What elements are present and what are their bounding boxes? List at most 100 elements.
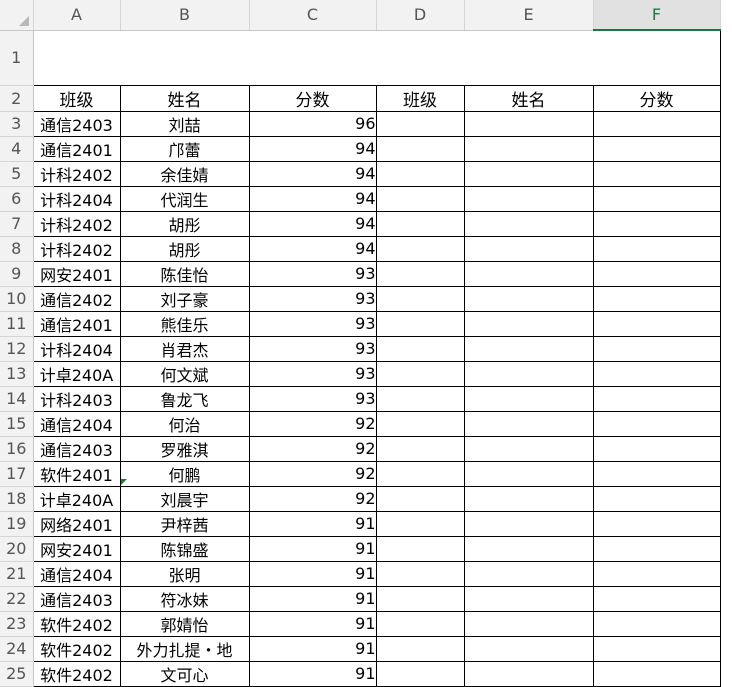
name-cell[interactable]: 何文斌 [120,361,250,387]
class-cell[interactable]: 软件2402 [32,661,121,687]
empty-cell-e[interactable] [464,511,594,537]
name-cell[interactable]: 张明 [120,561,250,587]
empty-cell-e[interactable] [464,486,594,512]
row-header[interactable]: 25 [0,661,34,687]
empty-cell-f[interactable] [593,511,721,537]
empty-cell-e[interactable] [464,186,594,212]
empty-cell-f[interactable] [593,486,721,512]
score-cell[interactable]: 94 [249,236,377,262]
score-cell[interactable]: 91 [249,536,377,562]
empty-cell-d[interactable] [376,486,465,512]
empty-cell-e[interactable] [464,436,594,462]
empty-cell-d[interactable] [376,536,465,562]
row-header[interactable]: 13 [0,361,34,387]
empty-cell-f[interactable] [593,611,721,637]
row-header[interactable]: 22 [0,586,34,612]
name-cell[interactable]: 胡彤 [120,211,250,237]
empty-cell-d[interactable] [376,461,465,487]
score-cell[interactable]: 93 [249,361,377,387]
column-header-b[interactable]: B [120,0,250,31]
name-cell[interactable]: 代润生 [120,186,250,212]
empty-cell-f[interactable] [593,161,721,187]
empty-cell-e[interactable] [464,361,594,387]
name-cell[interactable]: 罗雅淇 [120,436,250,462]
class-cell[interactable]: 软件2401 [32,461,121,487]
name-cell[interactable]: 郭婧怡 [120,611,250,637]
score-cell[interactable]: 91 [249,661,377,687]
name-cell[interactable]: 符冰妹 [120,586,250,612]
header-class-cell[interactable]: 班级 [32,85,121,112]
empty-cell-d[interactable] [376,561,465,587]
class-cell[interactable]: 软件2402 [32,636,121,662]
empty-cell-f[interactable] [593,436,721,462]
empty-cell-f[interactable] [593,461,721,487]
class-cell[interactable]: 计科2404 [32,186,121,212]
class-cell[interactable]: 通信2403 [32,586,121,612]
row-header[interactable]: 8 [0,236,34,262]
empty-cell-f[interactable] [593,561,721,587]
empty-cell-f[interactable] [593,361,721,387]
class-cell[interactable]: 计卓240A [32,361,121,387]
empty-cell-d[interactable] [376,111,465,137]
header-name-cell[interactable]: 姓名 [120,85,250,112]
empty-cell-d[interactable] [376,286,465,312]
score-cell[interactable]: 91 [249,511,377,537]
empty-cell-f[interactable] [593,536,721,562]
empty-cell-f[interactable] [593,111,721,137]
empty-cell-e[interactable] [464,211,594,237]
column-header-a[interactable]: A [33,0,121,31]
empty-cell-f[interactable] [593,186,721,212]
score-cell[interactable]: 91 [249,586,377,612]
empty-cell-d[interactable] [376,336,465,362]
row-header[interactable]: 5 [0,161,34,187]
row-header[interactable]: 15 [0,411,34,437]
row-header[interactable]: 2 [0,85,34,112]
empty-cell-d[interactable] [376,261,465,287]
class-cell[interactable]: 计科2404 [32,336,121,362]
row-header[interactable]: 3 [0,111,34,137]
name-cell[interactable]: 陈佳怡 [120,261,250,287]
score-cell[interactable]: 93 [249,386,377,412]
empty-cell-e[interactable] [464,386,594,412]
empty-cell-d[interactable] [376,411,465,437]
row-header[interactable]: 4 [0,136,34,162]
empty-cell-e[interactable] [464,461,594,487]
empty-cell-d[interactable] [376,236,465,262]
empty-cell-d[interactable] [376,661,465,687]
header-name2-cell[interactable]: 姓名 [464,85,594,112]
row-header[interactable]: 14 [0,386,34,412]
empty-cell-f[interactable] [593,661,721,687]
column-header-f[interactable]: F [593,0,721,31]
empty-cell-d[interactable] [376,386,465,412]
empty-cell-f[interactable] [593,311,721,337]
empty-cell-e[interactable] [464,111,594,137]
class-cell[interactable]: 计科2403 [32,386,121,412]
class-cell[interactable]: 通信2402 [32,286,121,312]
empty-cell-d[interactable] [376,136,465,162]
class-cell[interactable]: 计卓240A [32,486,121,512]
empty-cell-d[interactable] [376,211,465,237]
empty-cell-e[interactable] [464,161,594,187]
score-cell[interactable]: 96 [249,111,377,137]
row-header[interactable]: 1 [0,30,34,86]
empty-cell-e[interactable] [464,136,594,162]
class-cell[interactable]: 通信2404 [32,411,121,437]
empty-cell-f[interactable] [593,336,721,362]
empty-cell-d[interactable] [376,161,465,187]
class-cell[interactable]: 通信2404 [32,561,121,587]
name-cell[interactable]: 文可心 [120,661,250,687]
empty-cell-f[interactable] [593,136,721,162]
empty-cell-e[interactable] [464,636,594,662]
class-cell[interactable]: 通信2401 [32,136,121,162]
merged-title-cell[interactable] [32,29,721,86]
empty-cell-e[interactable] [464,411,594,437]
row-header[interactable]: 19 [0,511,34,537]
score-cell[interactable]: 92 [249,461,377,487]
empty-cell-f[interactable] [593,211,721,237]
empty-cell-d[interactable] [376,186,465,212]
empty-cell-f[interactable] [593,636,721,662]
score-cell[interactable]: 94 [249,211,377,237]
score-cell[interactable]: 92 [249,411,377,437]
score-cell[interactable]: 92 [249,436,377,462]
score-cell[interactable]: 93 [249,261,377,287]
